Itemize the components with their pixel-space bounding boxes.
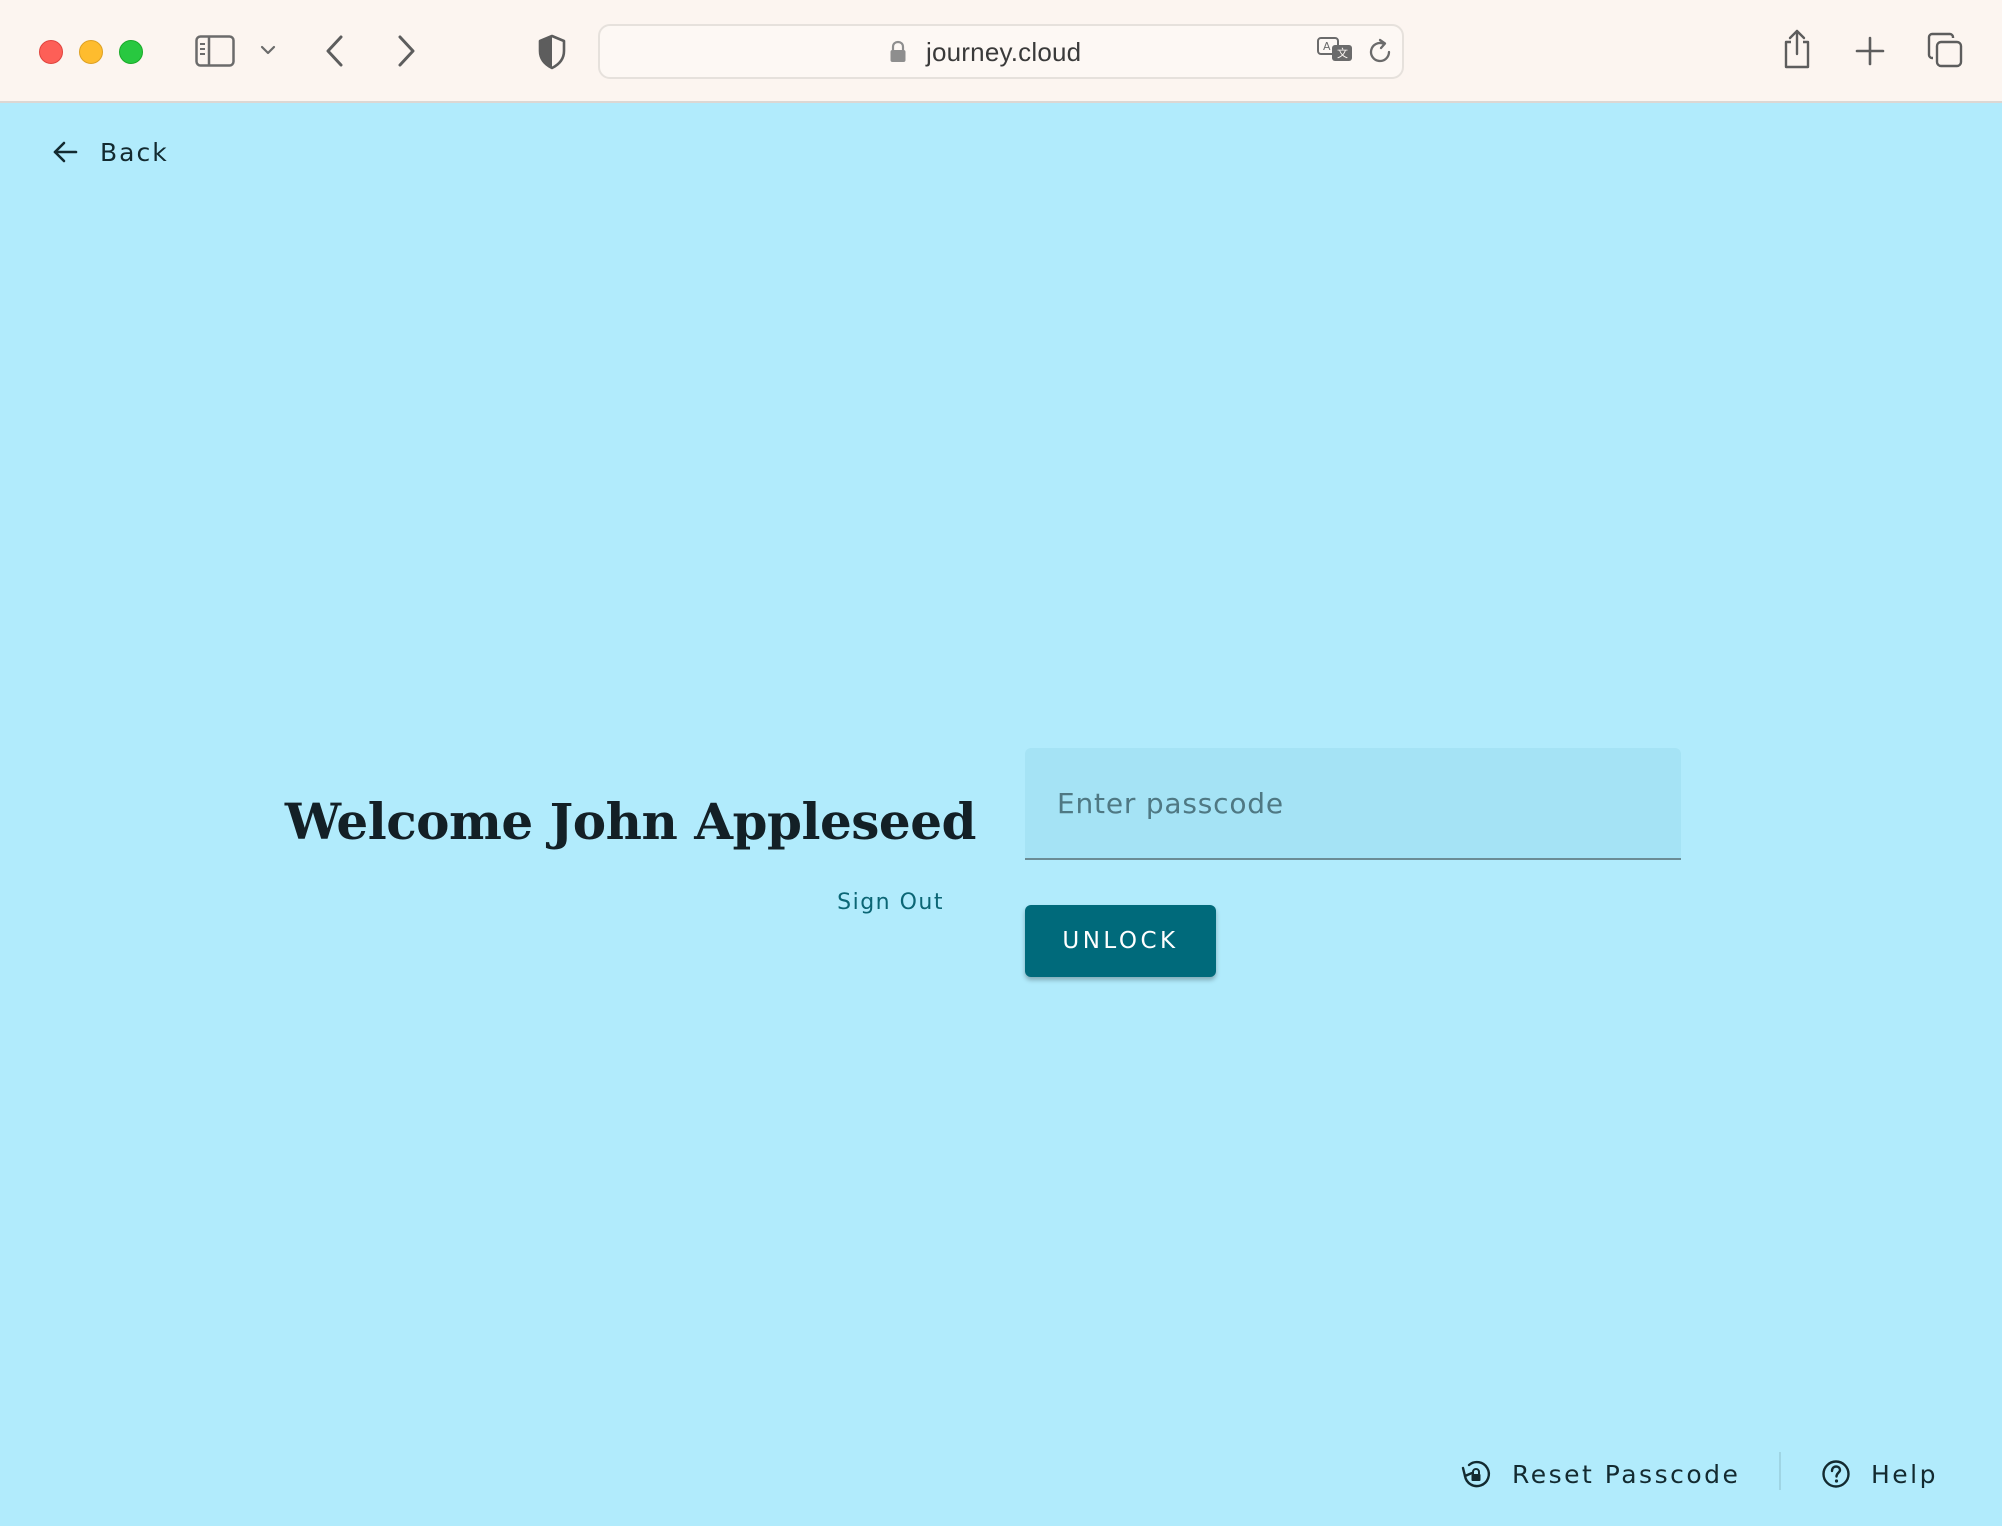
shield-icon[interactable] [537,34,567,70]
lock-reset-icon [1461,1460,1490,1488]
plus-icon[interactable] [1855,36,1885,66]
translate-icon[interactable]: A 文 [1316,36,1356,70]
close-window-button[interactable] [39,40,63,64]
back-label: Back [100,137,169,167]
tabs-icon[interactable] [1927,32,1963,68]
back-arrow-icon[interactable] [324,34,346,68]
svg-text:文: 文 [1337,46,1348,60]
reload-icon[interactable] [1368,38,1394,70]
arrow-left-icon [53,141,78,163]
sign-out-link[interactable]: Sign Out [837,890,944,915]
welcome-title: Welcome John Appleseed [284,792,977,851]
back-link[interactable]: Back [52,134,169,170]
url-text: journey.cloud [926,37,1082,67]
zoom-window-button[interactable] [119,40,143,64]
passcode-input[interactable] [1025,748,1681,860]
sidebar-icon[interactable] [195,35,235,67]
browser-window: journey.cloud A 文 Back Welcome John Appl… [0,0,2002,1526]
chevron-down-icon[interactable] [260,44,276,56]
minimize-window-button[interactable] [79,40,103,64]
help-icon [1822,1460,1850,1488]
reset-passcode-label: Reset Passcode [1512,1459,1741,1489]
address-bar[interactable]: journey.cloud A 文 [598,24,1404,79]
browser-toolbar: journey.cloud A 文 [0,0,2002,103]
forward-arrow-icon[interactable] [395,34,417,68]
help-link[interactable]: Help [1821,1456,1938,1492]
footer-divider [1779,1452,1781,1490]
svg-text:A: A [1323,40,1331,53]
lock-icon [889,40,907,68]
help-label: Help [1871,1459,1938,1489]
unlock-button[interactable]: UNLOCK [1025,905,1216,977]
share-icon[interactable] [1781,28,1813,70]
reset-passcode-link[interactable]: Reset Passcode [1460,1456,1740,1492]
